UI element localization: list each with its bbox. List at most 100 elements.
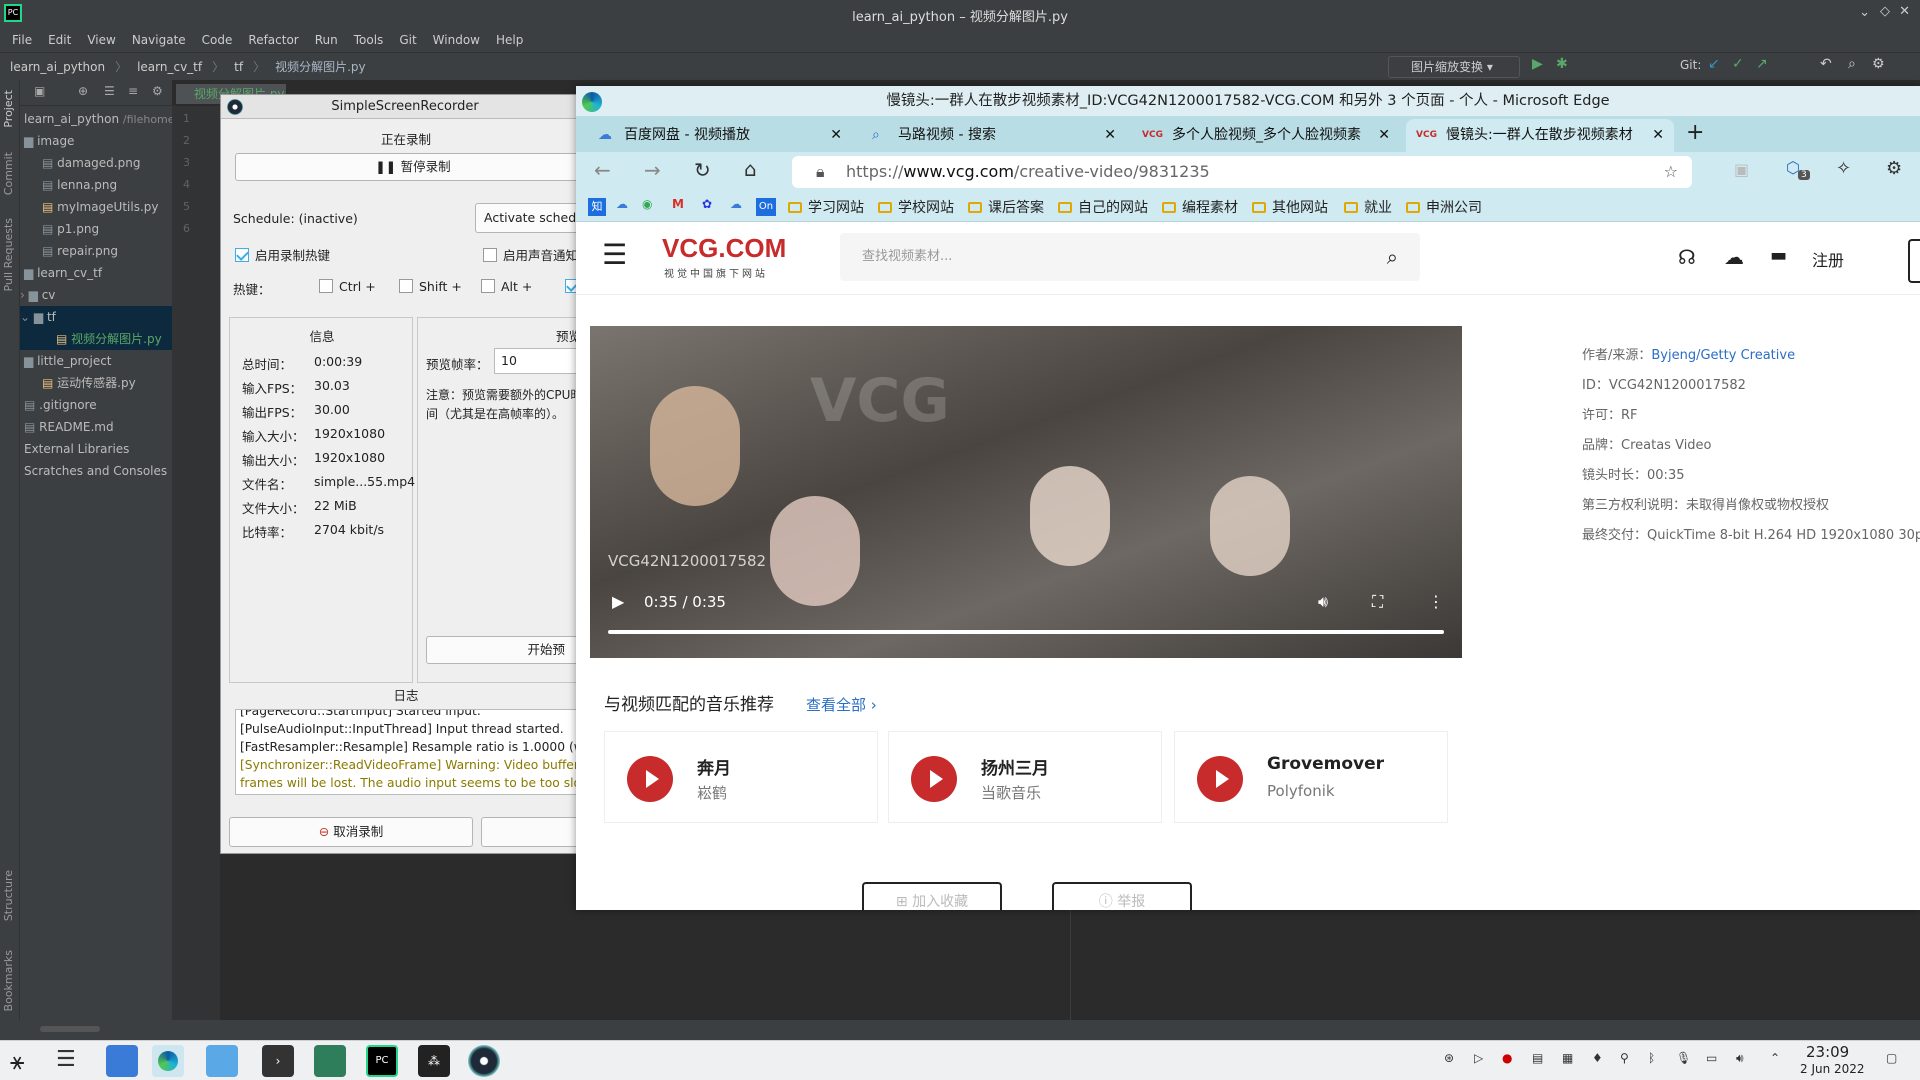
- music-card[interactable]: 扬州三月 当歌音乐: [888, 731, 1162, 823]
- tree-item-file[interactable]: ▤ README.md: [20, 416, 114, 438]
- menu-tools[interactable]: Tools: [346, 33, 392, 47]
- project-view-icon[interactable]: ▣: [34, 84, 45, 98]
- alt-checkbox[interactable]: Alt +: [481, 279, 532, 294]
- play-circle-icon[interactable]: [627, 756, 673, 802]
- bookmark-folder[interactable]: 其他网站: [1252, 197, 1328, 217]
- enable-sound-checkbox[interactable]: 启用声音通知: [483, 245, 578, 264]
- terminal-icon[interactable]: ›: [262, 1045, 294, 1077]
- bookmarks-tool-tab[interactable]: Bookmarks: [2, 950, 15, 1011]
- tab-close-icon[interactable]: ✕: [1652, 119, 1664, 152]
- onenote-bookmark-icon[interactable]: On: [756, 198, 776, 216]
- menu-edit[interactable]: Edit: [40, 33, 79, 47]
- crumb-project[interactable]: learn_ai_python: [10, 60, 105, 74]
- activate-schedule-button[interactable]: Activate schedu: [475, 203, 591, 233]
- crumb-file[interactable]: 视频分解图片.py: [275, 58, 366, 75]
- shift-checkbox[interactable]: Shift +: [399, 279, 462, 294]
- menu-refactor[interactable]: Refactor: [240, 33, 306, 47]
- bookmark-folder[interactable]: 自己的网站: [1058, 197, 1148, 217]
- play-icon[interactable]: ▶: [612, 592, 624, 611]
- log-box[interactable]: [PageRecord::StartInput] Started input. …: [235, 709, 597, 795]
- close-icon[interactable]: ✕: [1899, 4, 1910, 19]
- view-all-link[interactable]: 查看全部 ›: [806, 694, 877, 715]
- search-icon[interactable]: ⌕: [1848, 56, 1856, 72]
- locate-icon[interactable]: ⊕: [78, 84, 88, 98]
- menu-file[interactable]: File: [4, 33, 40, 47]
- add-to-collection-button[interactable]: ⊞ 加入收藏: [862, 882, 1002, 910]
- debug-icon[interactable]: ✱: [1556, 56, 1568, 72]
- run-config-select[interactable]: 图片缩放变换 ▾: [1388, 56, 1520, 78]
- browser-tab[interactable]: ⌕ 马路视频 - 搜索 ✕: [858, 119, 1126, 152]
- play-circle-icon[interactable]: [911, 756, 957, 802]
- chrome-bookmark-icon[interactable]: ◉: [642, 197, 652, 211]
- tree-item-folder[interactable]: ▆ little_project: [20, 350, 112, 372]
- volume-icon[interactable]: 🔊︎: [1318, 592, 1328, 612]
- horizontal-scrollbar[interactable]: [40, 1026, 100, 1032]
- tray-usb-icon[interactable]: ⚲: [1620, 1051, 1629, 1065]
- ssr-taskbar-icon[interactable]: [468, 1045, 500, 1077]
- clock-date[interactable]: 2 Jun 2022: [1800, 1062, 1865, 1076]
- clock-time[interactable]: 23:09: [1806, 1043, 1849, 1061]
- image-viewer-icon[interactable]: [314, 1045, 346, 1077]
- search-icon[interactable]: ⌕: [1387, 233, 1398, 281]
- tab-close-icon[interactable]: ✕: [1378, 119, 1390, 152]
- options-icon[interactable]: ⚙: [152, 84, 163, 98]
- cloud-bookmark-icon[interactable]: ☁: [616, 197, 628, 211]
- tree-item-file[interactable]: ▤ myImageUtils.py: [20, 196, 159, 218]
- system-settings-icon[interactable]: ☰: [56, 1047, 76, 1072]
- menu-window[interactable]: Window: [425, 33, 488, 47]
- extensions-puzzle-icon[interactable]: ✧: [1836, 158, 1851, 179]
- vcg-logo[interactable]: VCG.COM: [662, 233, 786, 264]
- app-launcher-icon[interactable]: ⚹: [10, 1047, 24, 1075]
- edge-taskbar-icon[interactable]: [152, 1045, 184, 1077]
- bookmark-folder[interactable]: 就业: [1344, 197, 1392, 217]
- network-icon[interactable]: ▭: [1706, 1051, 1717, 1065]
- home-icon[interactable]: ⌂: [744, 157, 757, 181]
- undo-icon[interactable]: ↶: [1820, 56, 1832, 72]
- browser-tab-active[interactable]: VCG 慢镜头:一群人在散步视频素材 ✕: [1406, 119, 1674, 152]
- menu-code[interactable]: Code: [194, 33, 241, 47]
- pan-bookmark-icon[interactable]: ☁: [730, 197, 742, 211]
- tray-record-icon[interactable]: ●: [1502, 1051, 1512, 1065]
- tree-item-file[interactable]: ▤ .gitignore: [20, 394, 97, 416]
- tree-item-project[interactable]: learn_ai_python /filehome,: [20, 108, 178, 130]
- cancel-recording-button[interactable]: ⊖ 取消录制: [229, 817, 473, 847]
- git-commit-icon[interactable]: ✓: [1732, 56, 1744, 72]
- customer-service-icon[interactable]: ☊: [1678, 245, 1696, 269]
- discover-app-icon[interactable]: [106, 1045, 138, 1077]
- bookmark-folder[interactable]: 学校网站: [878, 197, 954, 217]
- folder-icon[interactable]: ▬: [1770, 245, 1787, 266]
- settings-icon[interactable]: ⚙: [1872, 56, 1885, 72]
- minimize-icon[interactable]: ⌄: [1859, 5, 1870, 20]
- menu-git[interactable]: Git: [391, 33, 424, 47]
- collections-icon[interactable]: ▣: [1734, 160, 1749, 179]
- mic-muted-icon[interactable]: 🎙︎: [1676, 1051, 1691, 1065]
- refresh-icon[interactable]: ↻: [694, 158, 711, 182]
- tree-item-file[interactable]: ▤ p1.png: [20, 218, 99, 240]
- tree-item-scratches[interactable]: Scratches and Consoles: [20, 460, 167, 482]
- expand-all-icon[interactable]: ☰: [104, 84, 115, 98]
- browser-tab[interactable]: VCG 多个人脸视频_多个人脸视频素 ✕: [1132, 119, 1400, 152]
- author-link[interactable]: Byjeng/Getty Creative: [1651, 348, 1795, 363]
- tree-item-file[interactable]: ▤ 运动传感器.py: [20, 372, 136, 394]
- tray-icon-1[interactable]: ⊛: [1444, 1051, 1454, 1065]
- menu-help[interactable]: Help: [488, 33, 531, 47]
- menu-run[interactable]: Run: [307, 33, 346, 47]
- browser-tab[interactable]: ☁ 百度网盘 - 视频播放 ✕: [584, 119, 852, 152]
- tree-item-file-selected[interactable]: ▤ 视频分解图片.py: [20, 328, 172, 350]
- tray-media-icon[interactable]: ▷: [1474, 1051, 1483, 1065]
- structure-tool-tab[interactable]: Structure: [2, 870, 15, 921]
- enable-hotkey-checkbox[interactable]: 启用录制热键: [235, 245, 330, 264]
- fullscreen-icon[interactable]: ⛶: [1372, 592, 1383, 612]
- bluetooth-icon[interactable]: ᛒ: [1648, 1051, 1655, 1065]
- connect-app-icon[interactable]: ⁂: [418, 1045, 450, 1077]
- login-button[interactable]: [1908, 239, 1920, 283]
- pull-requests-tool-tab[interactable]: Pull Requests: [2, 218, 15, 291]
- tree-item-file[interactable]: ▤ lenna.png: [20, 174, 117, 196]
- git-update-icon[interactable]: ↙: [1708, 56, 1720, 72]
- run-icon[interactable]: ▶: [1532, 56, 1543, 72]
- commit-tool-tab[interactable]: Commit: [2, 152, 15, 195]
- tree-item-folder[interactable]: › ▆ cv: [20, 284, 55, 306]
- more-options-icon[interactable]: ⋮: [1428, 592, 1444, 611]
- collapse-all-icon[interactable]: ≡: [128, 84, 138, 98]
- tray-keyboard-icon[interactable]: ▦: [1562, 1051, 1573, 1065]
